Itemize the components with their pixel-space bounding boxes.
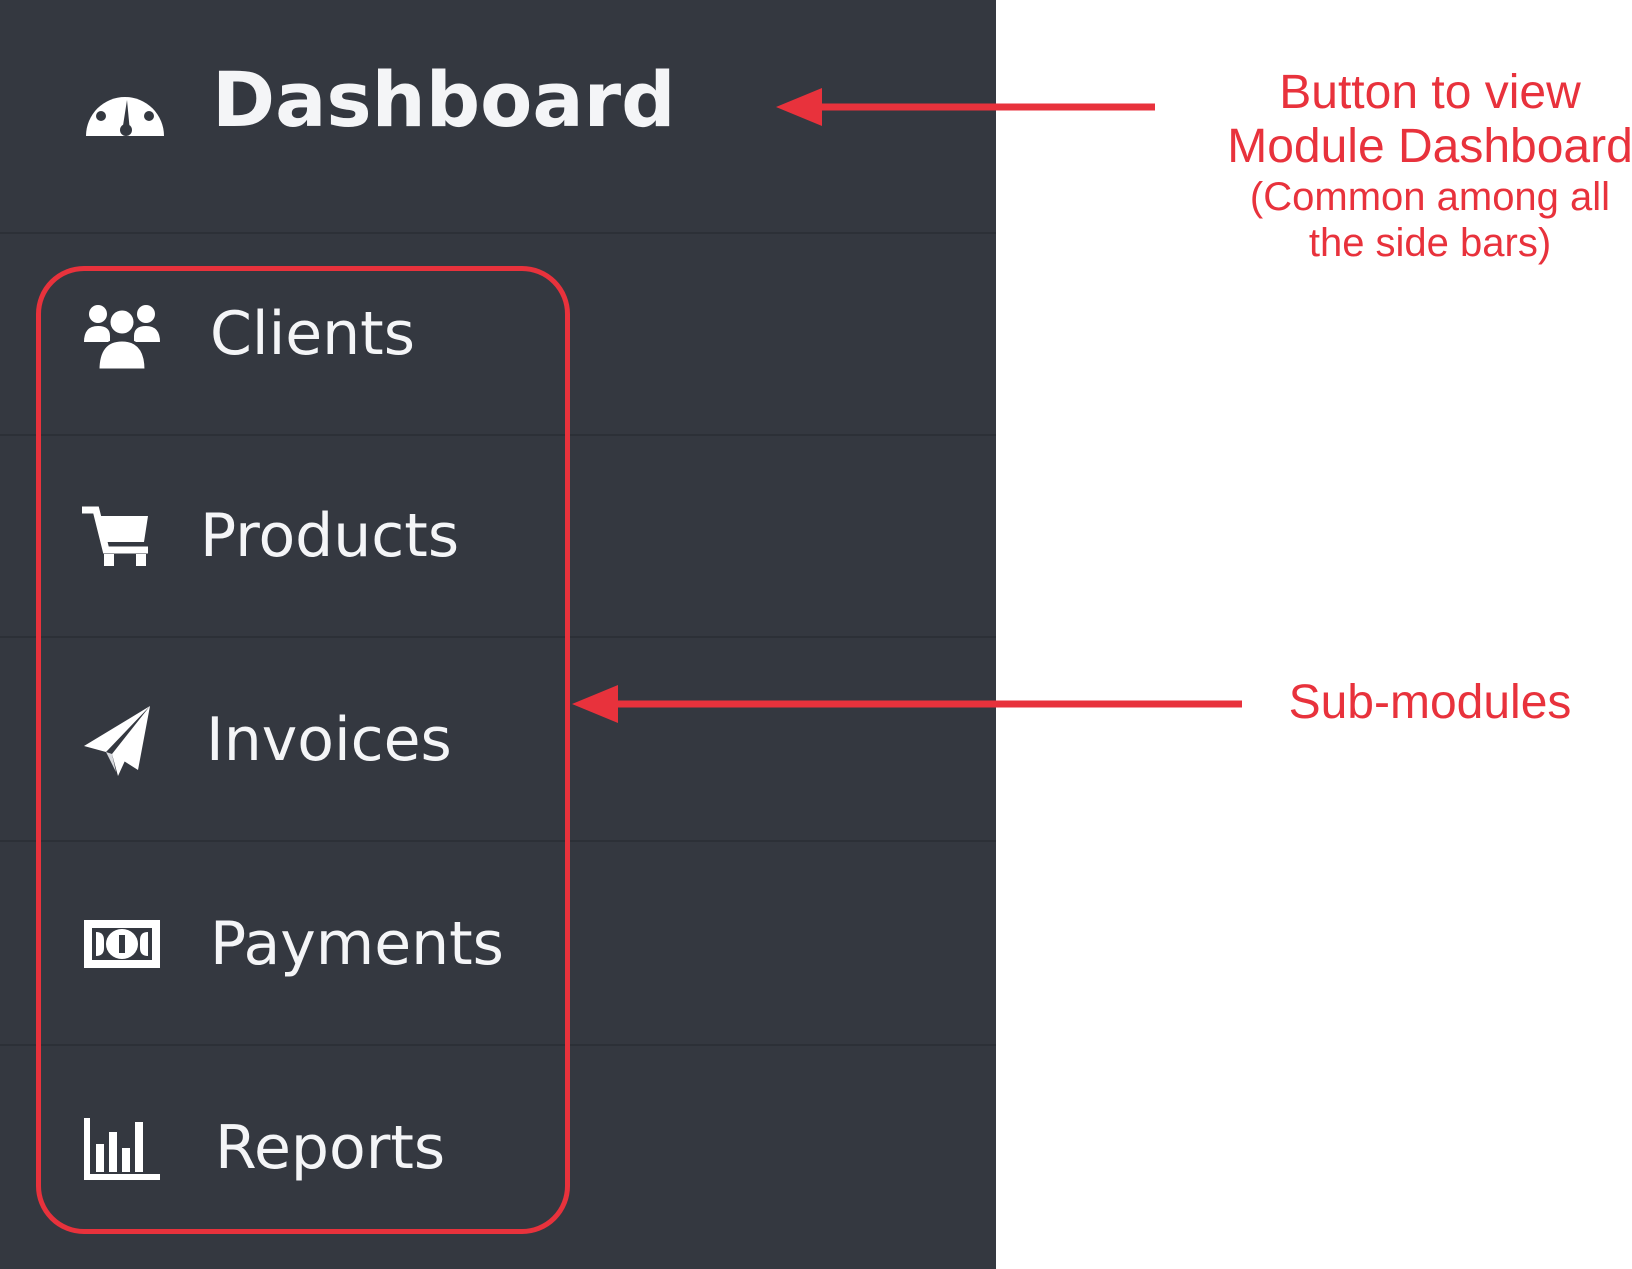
- annotation-line: the side bars): [1308, 220, 1552, 265]
- users-icon: [82, 300, 162, 370]
- sidebar-item-label: Clients: [210, 299, 415, 369]
- paper-plane-icon: [82, 706, 162, 776]
- annotation-line: (Common among all: [1249, 174, 1611, 219]
- screenshot-canvas: Dashboard Clients Products Invoices Paym…: [0, 0, 1632, 1269]
- sidebar-item-label: Products: [200, 501, 460, 571]
- sidebar: Dashboard Clients Products Invoices Paym…: [0, 0, 996, 1269]
- sidebar-item-label: Payments: [210, 909, 504, 979]
- sidebar-item-invoices[interactable]: Invoices: [0, 640, 996, 842]
- tachometer-icon: [82, 70, 168, 142]
- money-bill-icon: [82, 910, 162, 980]
- annotation-line: Button to view: [1279, 66, 1581, 119]
- sidebar-item-payments[interactable]: Payments: [0, 844, 996, 1046]
- sidebar-item-label: Invoices: [206, 705, 452, 775]
- shopping-cart-icon: [82, 502, 162, 572]
- sidebar-item-dashboard[interactable]: Dashboard: [0, 0, 996, 234]
- sidebar-item-label: Dashboard: [212, 55, 676, 144]
- sidebar-item-label: Reports: [215, 1113, 446, 1183]
- sidebar-item-reports[interactable]: Reports: [0, 1048, 996, 1269]
- submodules-annotation: Sub-modules: [1288, 676, 1572, 729]
- sidebar-item-products[interactable]: Products: [0, 436, 996, 638]
- sidebar-item-clients[interactable]: Clients: [0, 234, 996, 436]
- dashboard-annotation: Button to view Module Dashboard (Common …: [1200, 66, 1632, 266]
- bar-chart-icon: [82, 1114, 162, 1184]
- annotation-line: Module Dashboard: [1227, 119, 1632, 173]
